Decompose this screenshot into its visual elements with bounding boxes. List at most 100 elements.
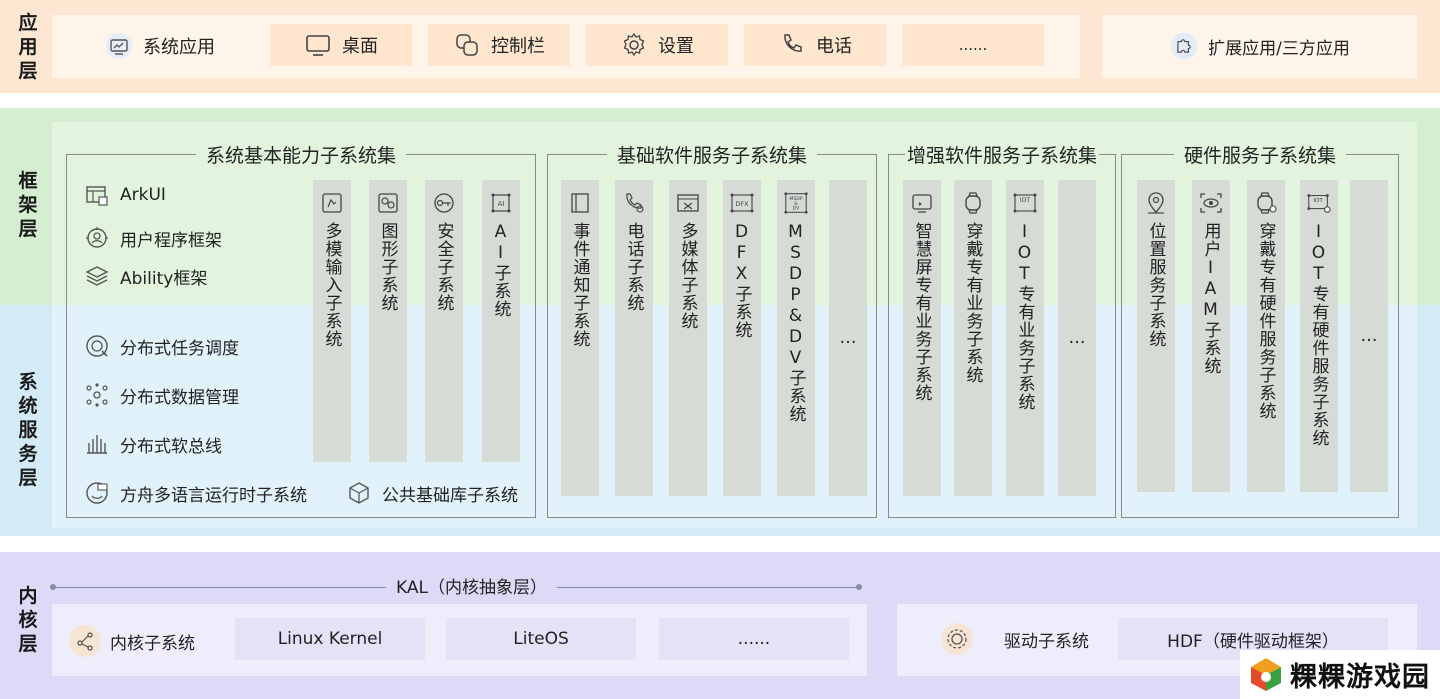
column-location[interactable]: 位置服务子系统 (1137, 180, 1175, 492)
column-dfx[interactable]: DFX DFX子系统 (723, 180, 761, 496)
hardware-service-title: 硬件服务子系统集 (1173, 145, 1346, 167)
column-multimedia[interactable]: 多媒体子系统 (669, 180, 707, 496)
app-item-more[interactable]: ...... (902, 24, 1044, 66)
msdp-icon: MSDP & DV (783, 190, 809, 216)
user-program-framework-icon (82, 223, 112, 253)
bottom-item-ark-runtime[interactable]: 方舟多语言运行时子系统 (82, 478, 307, 508)
puzzle-icon (1170, 32, 1198, 60)
iot-hardware-icon: IOT (1306, 190, 1332, 216)
column-wearable-hardware[interactable]: 穿戴专有硬件服务子系统 (1247, 180, 1285, 492)
distributed-data-icon (82, 380, 112, 410)
phone-icon (778, 31, 806, 59)
layer-label-char: 内 (18, 585, 38, 607)
column-label: 智慧屏专有业务子系统 (911, 222, 932, 402)
kal-line-left-dot (50, 584, 56, 590)
app-item-phone[interactable]: 电话 (744, 24, 886, 66)
layer-label-char: 框 (18, 170, 38, 192)
arkui-icon (82, 180, 112, 210)
column-label: MSDP&DV子系统 (785, 222, 806, 423)
layer-label-char: 系 (18, 371, 38, 393)
driver-subsystem-label: 驱动子系统 (1004, 631, 1089, 652)
framework-item-label: Ability框架 (120, 268, 208, 289)
column-graphics[interactable]: 图形子系统 (369, 180, 407, 462)
layer-label-char: 层 (18, 60, 38, 82)
column-label: 电话子系统 (623, 222, 644, 312)
column-iot-hardware[interactable]: IOT IOT专有硬件服务子系统 (1300, 180, 1338, 492)
column-iot[interactable]: IOT IOT专有业务子系统 (1006, 180, 1044, 496)
bottom-item-label: 公共基础库子系统 (382, 485, 518, 506)
kernel-icon (68, 624, 102, 658)
service-layer-label: 系统服务层 (14, 355, 42, 505)
app-item-label: 控制栏 (491, 36, 545, 57)
svg-text:DV: DV (793, 206, 800, 212)
column-label: 多媒体子系统 (677, 222, 698, 330)
kernel-label: Linux Kernel (277, 629, 383, 649)
layer-label-char: 统 (18, 395, 38, 417)
column-label: AI子系统 (490, 222, 511, 318)
kernel-label: LiteOS (513, 629, 569, 649)
framework-item-user-program[interactable]: 用户程序框架 (82, 223, 222, 253)
svg-text:DFX: DFX (735, 200, 749, 208)
dfx-icon: DFX (729, 190, 755, 216)
service-item-soft-bus[interactable]: 分布式软总线 (82, 429, 222, 459)
driver-icon (940, 622, 974, 656)
column-more[interactable]: … (829, 180, 867, 496)
layer-label-char: 应 (18, 12, 38, 34)
column-label: … (1067, 327, 1087, 349)
app-item-desktop[interactable]: 桌面 (270, 24, 412, 66)
app-item-extension[interactable]: 扩展应用/三方应用 (1140, 22, 1380, 70)
framework-item-arkui[interactable]: ArkUI (82, 180, 166, 210)
soft-bus-icon (82, 429, 112, 459)
column-security[interactable]: 安全子系统 (425, 180, 463, 462)
column-msdp-dv[interactable]: MSDP & DV MSDP&DV子系统 (777, 180, 815, 496)
column-more[interactable]: … (1350, 180, 1388, 492)
app-layer-label: 应用层 (14, 8, 42, 86)
kernel-linux[interactable]: Linux Kernel (235, 618, 425, 660)
kal-line-right-dot (856, 584, 862, 590)
service-item-data-management[interactable]: 分布式数据管理 (82, 380, 239, 410)
column-label: 图形子系统 (377, 222, 398, 312)
service-item-label: 分布式任务调度 (120, 338, 239, 359)
bottom-item-common-library[interactable]: 公共基础库子系统 (344, 478, 518, 508)
app-item-settings[interactable]: 设置 (586, 24, 728, 66)
app-item-label: 电话 (816, 36, 852, 57)
driver-subsystem[interactable]: 驱动子系统 (940, 622, 1089, 656)
ability-framework-icon (82, 261, 112, 291)
kernel-subsystem[interactable]: 内核子系统 (68, 624, 195, 658)
column-ai[interactable]: AI AI子系统 (482, 180, 520, 462)
layer-label-char: 用 (18, 36, 38, 58)
column-label: 事件通知子系统 (569, 222, 590, 348)
column-more[interactable]: … (1058, 180, 1096, 496)
app-item-label: ...... (958, 36, 988, 54)
column-wearable[interactable]: 穿戴专有业务子系统 (954, 180, 992, 496)
smart-screen-icon (909, 190, 935, 216)
column-event-notification[interactable]: 事件通知子系统 (561, 180, 599, 496)
svg-text:IOT: IOT (1020, 197, 1030, 204)
wearable-hardware-icon (1253, 190, 1279, 216)
column-label: 穿戴专有业务子系统 (962, 222, 983, 384)
gear-icon (620, 31, 648, 59)
framework-item-label: 用户程序框架 (120, 230, 222, 251)
column-multimodal-input[interactable]: 多模输入子系统 (313, 180, 351, 462)
column-label: IOT专有硬件服务子系统 (1308, 222, 1329, 447)
kal-label: KAL（内核抽象层） (386, 573, 557, 598)
framework-item-ability[interactable]: Ability框架 (82, 261, 207, 291)
app-item-control-bar[interactable]: 控制栏 (428, 24, 570, 66)
watermark-text: 粿粿游戏园 (1290, 662, 1430, 693)
common-library-icon (344, 478, 374, 508)
column-telephony[interactable]: 电话子系统 (615, 180, 653, 496)
graphics-icon (375, 190, 401, 216)
control-bar-icon (453, 31, 481, 59)
kernel-liteos[interactable]: LiteOS (446, 618, 636, 660)
column-label: IOT专有业务子系统 (1014, 222, 1035, 411)
column-user-iam[interactable]: 用户IAM子系统 (1192, 180, 1230, 492)
layer-label-char: 层 (18, 218, 38, 240)
security-key-icon (431, 190, 457, 216)
service-item-task-scheduling[interactable]: 分布式任务调度 (82, 331, 239, 361)
layer-label-char: 核 (18, 609, 38, 631)
column-smart-screen[interactable]: 智慧屏专有业务子系统 (903, 180, 941, 496)
watermark: 粿粿游戏园 (1240, 650, 1440, 699)
app-item-system-apps[interactable]: 系统应用 (70, 22, 250, 70)
kernel-more[interactable]: ...... (659, 618, 849, 660)
wearable-icon (960, 190, 986, 216)
